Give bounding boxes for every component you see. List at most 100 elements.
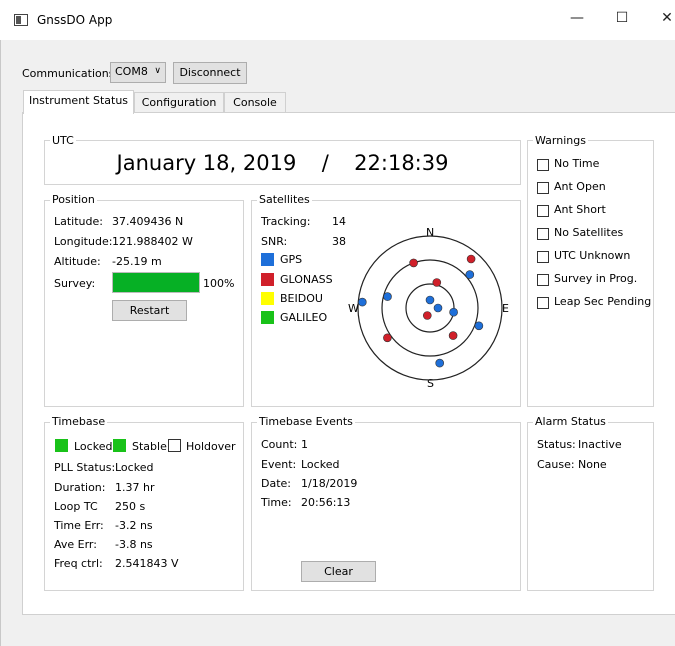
satellite-dot (449, 307, 458, 317)
utc-group-title: UTC (50, 134, 76, 147)
alarm-cause-value: None (578, 458, 607, 471)
event-date-label: Date: (261, 477, 291, 490)
satellite-dot (466, 254, 476, 264)
locked-indicator (55, 439, 68, 452)
freq-ctrl-label: Freq ctrl: (54, 557, 103, 570)
survey-progress-bar (112, 272, 200, 293)
satellite-dot (474, 321, 484, 331)
disconnect-button[interactable]: Disconnect (173, 62, 247, 84)
ave-err-label: Ave Err: (54, 538, 97, 551)
alarm-status-value: Inactive (578, 438, 622, 451)
gps-legend-label: GPS (280, 253, 303, 266)
survey-label: Survey: (54, 277, 96, 290)
warning-label: Survey in Prog. (554, 272, 638, 285)
satellite-dot (465, 270, 475, 279)
galileo-legend-label: GALILEO (280, 311, 328, 324)
time-err-label: Time Err: (54, 519, 104, 532)
latitude-label: Latitude: (54, 215, 103, 228)
stable-label: Stable (132, 440, 167, 453)
utc-unknown-checkbox[interactable] (537, 251, 549, 263)
sky-ring-inner (405, 283, 455, 333)
warning-label: Leap Sec Pending (554, 295, 652, 308)
sky-plot (357, 235, 503, 381)
tab-console[interactable]: Console (224, 92, 286, 112)
holdover-label: Holdover (186, 440, 236, 453)
holdover-checkbox[interactable] (168, 439, 181, 452)
pll-status-label: PLL Status: (54, 461, 116, 474)
warning-label: UTC Unknown (554, 249, 631, 262)
event-date-value: 1/18/2019 (301, 477, 358, 490)
utc-display: January 18, 2019 / 22:18:39 (44, 151, 521, 175)
utc-date: January 18, 2019 (116, 151, 297, 175)
ave-err-value: -3.8 ns (115, 538, 153, 551)
utc-separator: / (321, 151, 329, 175)
duration-label: Duration: (54, 481, 106, 494)
window-title: GnssDO App (37, 13, 113, 27)
longitude-label: Longitude: (54, 235, 113, 248)
loop-tc-label: Loop TC (54, 500, 98, 513)
satellites-group-title: Satellites (257, 193, 312, 206)
port-select-value: COM8 (115, 65, 148, 78)
satellite-dot (432, 278, 442, 287)
latitude-value: 37.409436 N (112, 215, 184, 228)
warning-label: Ant Short (554, 203, 606, 216)
close-button[interactable]: ✕ (657, 8, 675, 28)
warning-label: Ant Open (554, 180, 606, 193)
port-select[interactable]: COM8 ∨ (110, 62, 166, 83)
event-count-value: 1 (301, 438, 308, 451)
chevron-down-icon: ∨ (154, 66, 161, 76)
utc-time: 22:18:39 (354, 151, 449, 175)
satellite-dot (433, 303, 443, 313)
satellite-dot (448, 331, 458, 340)
satellite-dot (409, 258, 418, 268)
event-name-label: Event: (261, 458, 297, 471)
altitude-value: -25.19 m (112, 255, 162, 268)
freq-ctrl-value: 2.541843 V (115, 557, 179, 570)
event-name-value: Locked (301, 458, 340, 471)
duration-value: 1.37 hr (115, 481, 155, 494)
event-count-label: Count: (261, 438, 298, 451)
no-satellites-checkbox[interactable] (537, 228, 549, 240)
gps-legend-swatch (261, 253, 274, 266)
ant-short-checkbox[interactable] (537, 205, 549, 217)
title-bar: GnssDO App — ☐ ✕ (0, 0, 675, 40)
stable-indicator (113, 439, 126, 452)
maximize-button[interactable]: ☐ (612, 8, 632, 28)
survey-percent: 100% (203, 277, 235, 290)
satellite-dot (425, 295, 435, 305)
sky-ring-mid (381, 259, 479, 357)
tracking-label: Tracking: (261, 215, 311, 228)
ant-open-checkbox[interactable] (537, 182, 549, 194)
satellite-dot (383, 292, 392, 301)
alarm-status-group-title: Alarm Status (533, 415, 608, 428)
event-time-label: Time: (261, 496, 292, 509)
warning-label: No Time (554, 157, 600, 170)
loop-tc-value: 250 s (115, 500, 146, 513)
glonass-legend-swatch (261, 273, 274, 286)
satellite-dot (383, 333, 392, 343)
warning-label: No Satellites (554, 226, 624, 239)
leap-sec-pending-checkbox[interactable] (537, 297, 549, 309)
satellite-dot (423, 311, 432, 320)
restart-button[interactable]: Restart (112, 300, 187, 321)
minimize-button[interactable]: — (567, 8, 587, 28)
clear-button[interactable]: Clear (301, 561, 376, 582)
longitude-value: 121.988402 W (112, 235, 193, 248)
pll-status-value: Locked (115, 461, 154, 474)
snr-label: SNR: (261, 235, 288, 248)
tracking-value: 14 (332, 215, 346, 228)
satellite-dot (358, 297, 367, 307)
alarm-status-label: Status: (537, 438, 576, 451)
no-time-checkbox[interactable] (537, 159, 549, 171)
tab-configuration[interactable]: Configuration (134, 92, 224, 112)
event-time-value: 20:56:13 (301, 496, 351, 509)
survey-in-prog-checkbox[interactable] (537, 274, 549, 286)
alarm-cause-label: Cause: (537, 458, 575, 471)
communications-label: Communications: (22, 67, 119, 80)
app-icon (14, 14, 28, 26)
beidou-legend-label: BEIDOU (280, 292, 323, 305)
tab-instrument-status[interactable]: Instrument Status (23, 90, 134, 114)
galileo-legend-swatch (261, 311, 274, 324)
glonass-legend-label: GLONASS (280, 273, 333, 286)
sky-ring-horizon (357, 235, 503, 381)
